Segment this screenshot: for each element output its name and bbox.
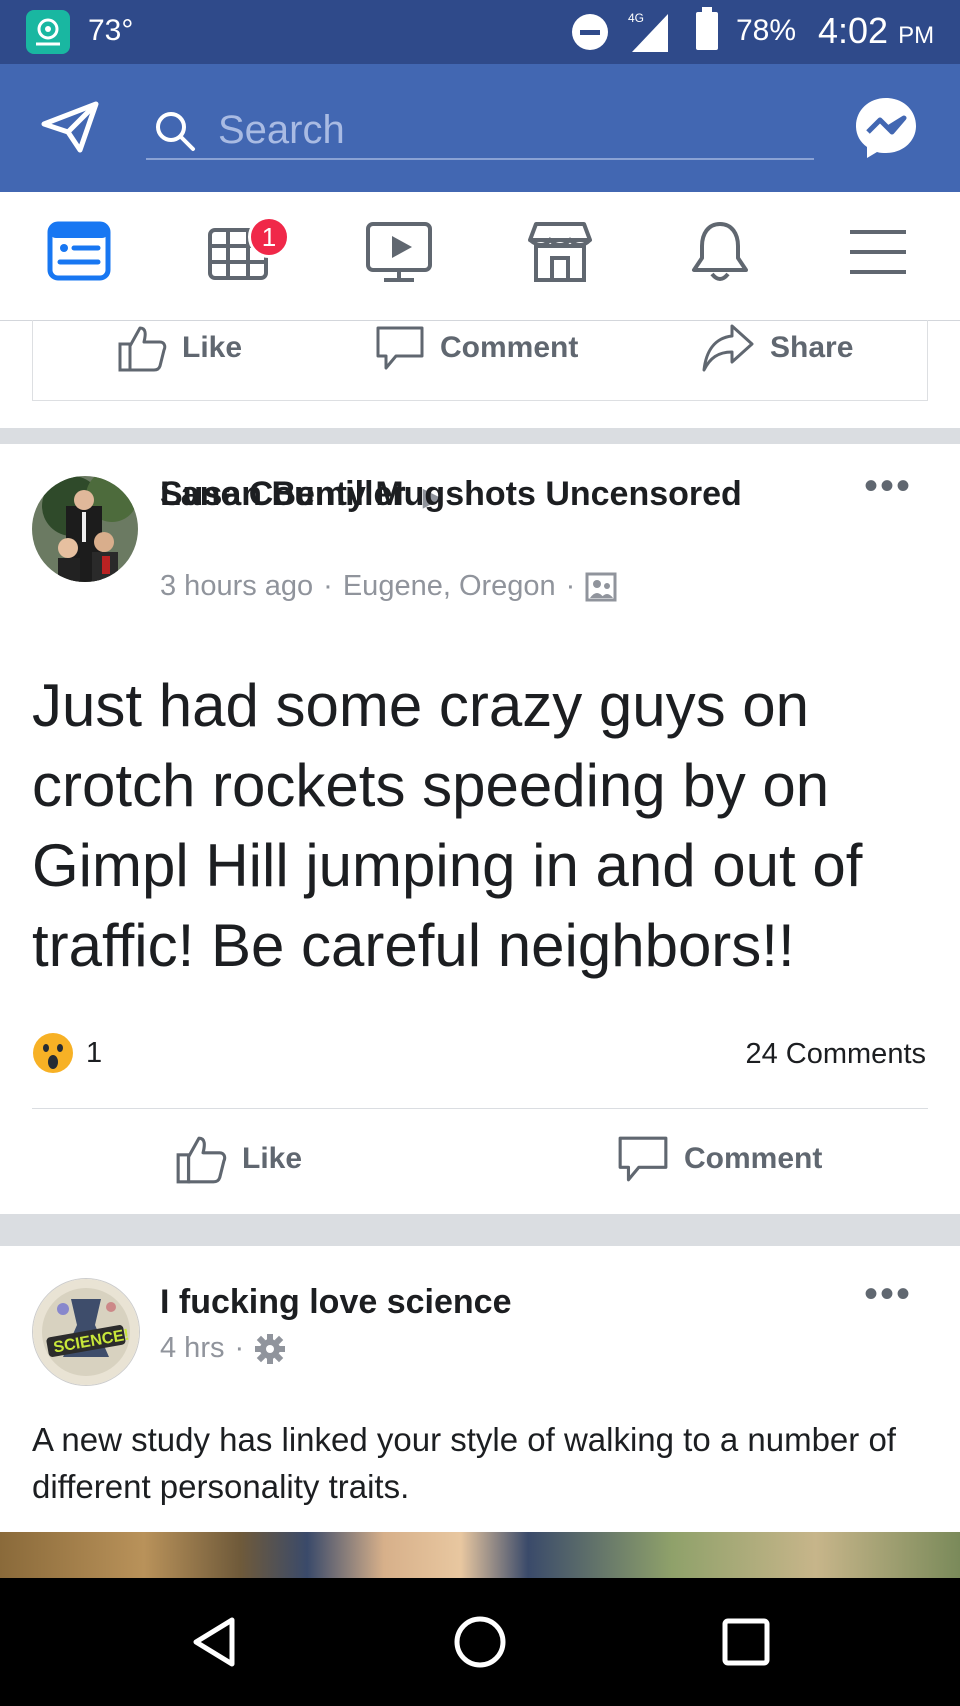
app-notification-icon: [26, 10, 70, 54]
post-card: SCIENCE! I fucking love science ••• 4 hr…: [0, 1246, 960, 1578]
comments-count[interactable]: 24 Comments: [745, 1038, 926, 1071]
search-icon: [154, 110, 196, 152]
notifications-icon[interactable]: [684, 216, 756, 288]
more-options-icon[interactable]: •••: [864, 464, 912, 509]
comment-button[interactable]: Comment: [374, 322, 578, 374]
battery-percent: 78%: [736, 14, 797, 47]
signal-icon: 4G: [626, 8, 670, 54]
page-name[interactable]: I fucking love science: [160, 1280, 511, 1324]
post-text: A new study has linked your style of wal…: [32, 1421, 896, 1505]
clock: 4:02 PM: [818, 10, 935, 51]
search-placeholder: Search: [218, 108, 345, 152]
public-gear-icon: [255, 1333, 286, 1364]
messenger-icon[interactable]: [852, 94, 920, 162]
share-icon: [702, 324, 754, 372]
post-card: Susan Bemiller ▶ Lane County Mugshots Un…: [0, 444, 960, 1214]
group-name-line1[interactable]: Lane County Mugshots Uncensored: [160, 472, 820, 516]
status-bar: 73° 4G 78% 4:02 PM: [0, 0, 960, 64]
group-privacy-icon: [585, 572, 617, 601]
menu-icon[interactable]: [844, 216, 916, 288]
nav-bar: [0, 192, 960, 321]
page-avatar[interactable]: SCIENCE!: [32, 1278, 140, 1386]
group-name: Lane County Mugshots Uncensored: [160, 475, 742, 513]
svg-text:4G: 4G: [628, 11, 644, 25]
like-button[interactable]: Like: [174, 1132, 302, 1186]
comment-button[interactable]: Comment: [616, 1132, 822, 1186]
temperature: 73°: [88, 14, 134, 47]
reaction-count: 1: [86, 1036, 103, 1069]
feed-divider: [0, 428, 960, 444]
post-text: Just had some crazy guys on crotch rocke…: [32, 672, 863, 979]
action-divider: [32, 1108, 928, 1109]
author-avatar[interactable]: [32, 476, 138, 582]
post-time[interactable]: 3 hours ago: [160, 570, 313, 603]
like-button[interactable]: Like: [116, 322, 242, 374]
send-icon[interactable]: [40, 100, 100, 156]
feed-divider: [0, 1214, 960, 1246]
post-time[interactable]: 4 hrs: [160, 1332, 224, 1365]
thumbs-up-icon: [176, 1136, 227, 1184]
top-bar: Search: [0, 64, 960, 192]
post-image[interactable]: [0, 1532, 960, 1578]
reactions-summary[interactable]: 1: [32, 1032, 102, 1074]
watch-icon[interactable]: [364, 216, 436, 288]
comment-icon: [618, 1136, 668, 1182]
post-meta: 3 hours ago · Eugene, Oregon ·: [160, 570, 617, 603]
post-meta: 4 hrs ·: [160, 1332, 286, 1365]
share-button[interactable]: Share: [700, 322, 853, 374]
do-not-disturb-icon: [572, 14, 608, 50]
notification-badge: 1: [248, 216, 290, 258]
comment-icon: [376, 326, 424, 370]
back-icon[interactable]: [186, 1614, 242, 1670]
marketplace-icon[interactable]: [524, 216, 596, 288]
news-feed-icon[interactable]: [44, 216, 116, 288]
wow-reaction-icon: [33, 1033, 73, 1073]
battery-icon: [696, 7, 718, 50]
more-options-icon[interactable]: •••: [864, 1272, 912, 1317]
search-input[interactable]: Search: [146, 104, 814, 160]
recents-icon[interactable]: [718, 1614, 774, 1670]
post-location[interactable]: Eugene, Oregon: [343, 570, 556, 603]
system-nav-bar: [0, 1578, 960, 1706]
thumbs-up-icon: [118, 326, 167, 372]
home-icon[interactable]: [452, 1614, 508, 1670]
